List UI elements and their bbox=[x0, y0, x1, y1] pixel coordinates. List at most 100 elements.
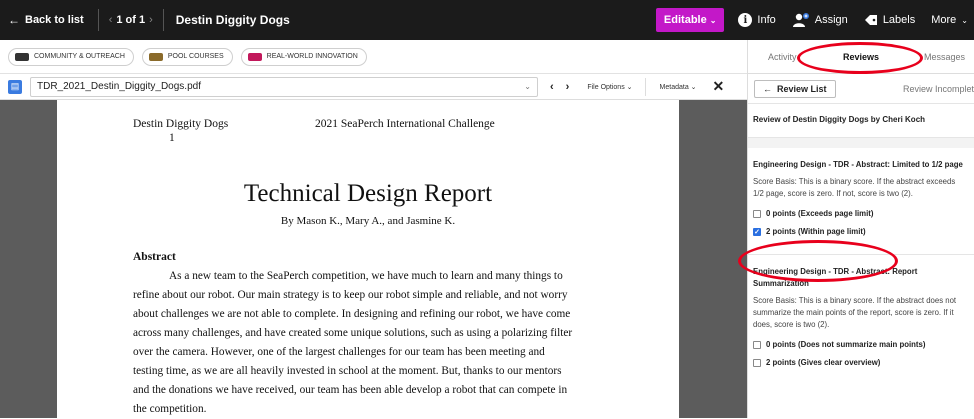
checkbox[interactable] bbox=[753, 340, 761, 349]
review-title: Review of Destin Diggity Dogs by Cheri K… bbox=[748, 104, 974, 138]
doc-header-team: Destin Diggity Dogs bbox=[133, 118, 229, 130]
file-select[interactable]: TDR_2021_Destin_Diggity_Dogs.pdf ⌄ bbox=[30, 76, 538, 97]
review-list-label: Review List bbox=[777, 83, 827, 94]
criterion: Engineering Design - TDR - Abstract: Lim… bbox=[748, 148, 974, 236]
document-page: Destin Diggity Dogs 1 2021 SeaPerch Inte… bbox=[57, 100, 679, 418]
review-panel: Activity Reviews Messages ← Review List … bbox=[747, 40, 974, 418]
label-chip-text: POOL COURSES bbox=[167, 53, 224, 60]
label-color-swatch bbox=[15, 52, 29, 61]
metadata-menu[interactable]: Metadata ⌄ bbox=[660, 83, 697, 91]
editable-label: Editable bbox=[663, 14, 707, 26]
metadata-label: Metadata bbox=[659, 83, 689, 91]
score-option[interactable]: 0 points (Exceeds page limit) bbox=[753, 209, 968, 218]
abstract-line: As a new team to the SeaPerch competitio… bbox=[169, 270, 563, 282]
arrow-left-icon: ← bbox=[763, 83, 772, 94]
criterion-basis: Score Basis: This is a binary score. If … bbox=[753, 177, 956, 198]
more-menu[interactable]: More ⌄ bbox=[931, 14, 968, 26]
chevron-left-icon[interactable]: ‹ bbox=[550, 81, 554, 93]
divider bbox=[644, 77, 646, 96]
label-color-swatch bbox=[148, 52, 163, 61]
checkbox[interactable] bbox=[753, 209, 761, 218]
top-actions: Editable ⌄ i Info Assign Labels More ⌄ bbox=[655, 0, 974, 40]
chevron-down-icon: ⌄ bbox=[524, 82, 531, 91]
chevron-down-icon: ⌄ bbox=[690, 83, 697, 91]
chevron-down-icon: ⌄ bbox=[961, 15, 968, 25]
file-name: TDR_2021_Destin_Diggity_Dogs.pdf bbox=[37, 81, 201, 92]
label-chip[interactable]: REAL-WORLD INNOVATION bbox=[240, 47, 367, 66]
score-option[interactable]: 2 points (Gives clear overview) bbox=[753, 358, 968, 367]
doc-title: Technical Design Report bbox=[243, 180, 493, 207]
info-button[interactable]: i Info bbox=[738, 13, 776, 27]
top-bar: ← Back to list ‹ 1 of 1 › Destin Diggity… bbox=[0, 0, 974, 40]
editable-dropdown[interactable]: Editable ⌄ bbox=[655, 8, 725, 32]
tab-messages[interactable]: Messages bbox=[924, 52, 965, 62]
abstract-line: refine about our robot. Our main strateg… bbox=[133, 289, 568, 301]
abstract-heading: Abstract bbox=[133, 251, 176, 263]
back-to-list-label: Back to list bbox=[25, 14, 84, 26]
file-nav: ‹ › bbox=[550, 81, 569, 93]
abstract-line: testing time, as we are all heavily inve… bbox=[133, 365, 562, 377]
score-option[interactable]: 0 points (Does not summarize main points… bbox=[753, 340, 968, 349]
abstract-line: about challenges we are not able to comp… bbox=[133, 308, 571, 320]
label-chip-text: COMMUNITY & OUTREACH bbox=[34, 53, 125, 60]
tag-icon bbox=[864, 15, 877, 25]
file-toolbar: ▤ TDR_2021_Destin_Diggity_Dogs.pdf ⌄ ‹ ›… bbox=[0, 74, 747, 100]
label-chip[interactable]: POOL COURSES bbox=[141, 47, 233, 66]
checkbox[interactable] bbox=[753, 358, 761, 367]
score-option[interactable]: ✓ 2 points (Within page limit) bbox=[753, 227, 968, 236]
file-options-menu[interactable]: File Options ⌄ bbox=[587, 83, 632, 91]
info-icon: i bbox=[738, 13, 753, 27]
info-label: Info bbox=[757, 14, 776, 26]
label-chip[interactable]: COMMUNITY & OUTREACH bbox=[8, 47, 134, 66]
assign-label: Assign bbox=[814, 14, 848, 26]
score-option-label: 0 points (Does not summarize main points… bbox=[766, 340, 926, 349]
document-viewer[interactable]: Destin Diggity Dogs 1 2021 SeaPerch Inte… bbox=[0, 100, 747, 418]
labels-label: Labels bbox=[882, 14, 916, 26]
score-option-label: 0 points (Exceeds page limit) bbox=[766, 209, 874, 218]
divider bbox=[97, 9, 99, 31]
chevron-down-icon: ⌄ bbox=[626, 83, 633, 91]
labels-bar: COMMUNITY & OUTREACH POOL COURSES REAL-W… bbox=[0, 40, 747, 74]
review-list-bar: ← Review List Review Incomplete bbox=[748, 74, 974, 104]
file-icon: ▤ bbox=[8, 79, 22, 94]
panel-tabs: Activity Reviews Messages bbox=[748, 40, 974, 74]
criterion-title: Engineering Design - TDR - Abstract: Rep… bbox=[753, 267, 918, 288]
score-option-label: 2 points (Within page limit) bbox=[766, 227, 866, 236]
review-list-button[interactable]: ← Review List bbox=[754, 79, 836, 98]
chevron-down-icon: ⌄ bbox=[709, 15, 717, 25]
back-to-list-button[interactable]: ← Back to list bbox=[0, 0, 92, 40]
criterion: Engineering Design - TDR - Abstract: Rep… bbox=[748, 254, 974, 367]
checkbox-checked[interactable]: ✓ bbox=[753, 227, 761, 236]
assign-button[interactable]: Assign bbox=[792, 13, 848, 27]
doc-page-number: 1 bbox=[169, 132, 175, 144]
add-user-icon bbox=[792, 13, 809, 27]
pager: ‹ 1 of 1 › bbox=[105, 14, 157, 26]
chevron-left-icon[interactable]: ‹ bbox=[109, 14, 113, 26]
labels-button[interactable]: Labels bbox=[864, 14, 915, 26]
abstract-line: and the donations we have received, our … bbox=[133, 384, 568, 396]
arrow-left-icon: ← bbox=[8, 13, 20, 27]
abstract-line: over the camera. However, one of the lar… bbox=[133, 346, 545, 358]
abstract-line: across many challenges, and have created… bbox=[133, 327, 573, 339]
abstract-line: the competition. bbox=[133, 403, 207, 415]
criterion-title: Engineering Design - TDR - Abstract: Lim… bbox=[753, 160, 963, 169]
review-status: Review Incomplete bbox=[903, 84, 974, 94]
divider bbox=[748, 138, 974, 148]
doc-header-event: 2021 SeaPerch International Challenge bbox=[315, 118, 495, 130]
tab-reviews[interactable]: Reviews bbox=[843, 52, 879, 62]
label-color-swatch bbox=[247, 52, 262, 61]
file-options-label: File Options bbox=[587, 83, 625, 91]
more-label: More bbox=[931, 14, 957, 26]
label-chip-text: REAL-WORLD INNOVATION bbox=[266, 53, 358, 60]
close-icon[interactable]: ✕ bbox=[713, 78, 725, 95]
doc-byline: By Mason K., Mary A., and Jasmine K. bbox=[280, 215, 456, 227]
page-title: Destin Diggity Dogs bbox=[175, 13, 290, 27]
tab-activity[interactable]: Activity bbox=[768, 52, 797, 62]
abstract-paragraph: As a new team to the SeaPerch competitio… bbox=[133, 267, 613, 419]
pager-label: 1 of 1 bbox=[116, 14, 146, 26]
criterion-basis: Score Basis: This is a binary score. If … bbox=[753, 296, 957, 329]
score-option-label: 2 points (Gives clear overview) bbox=[766, 358, 881, 367]
chevron-right-icon[interactable]: › bbox=[149, 14, 153, 26]
divider bbox=[162, 9, 164, 31]
chevron-right-icon[interactable]: › bbox=[566, 81, 570, 93]
